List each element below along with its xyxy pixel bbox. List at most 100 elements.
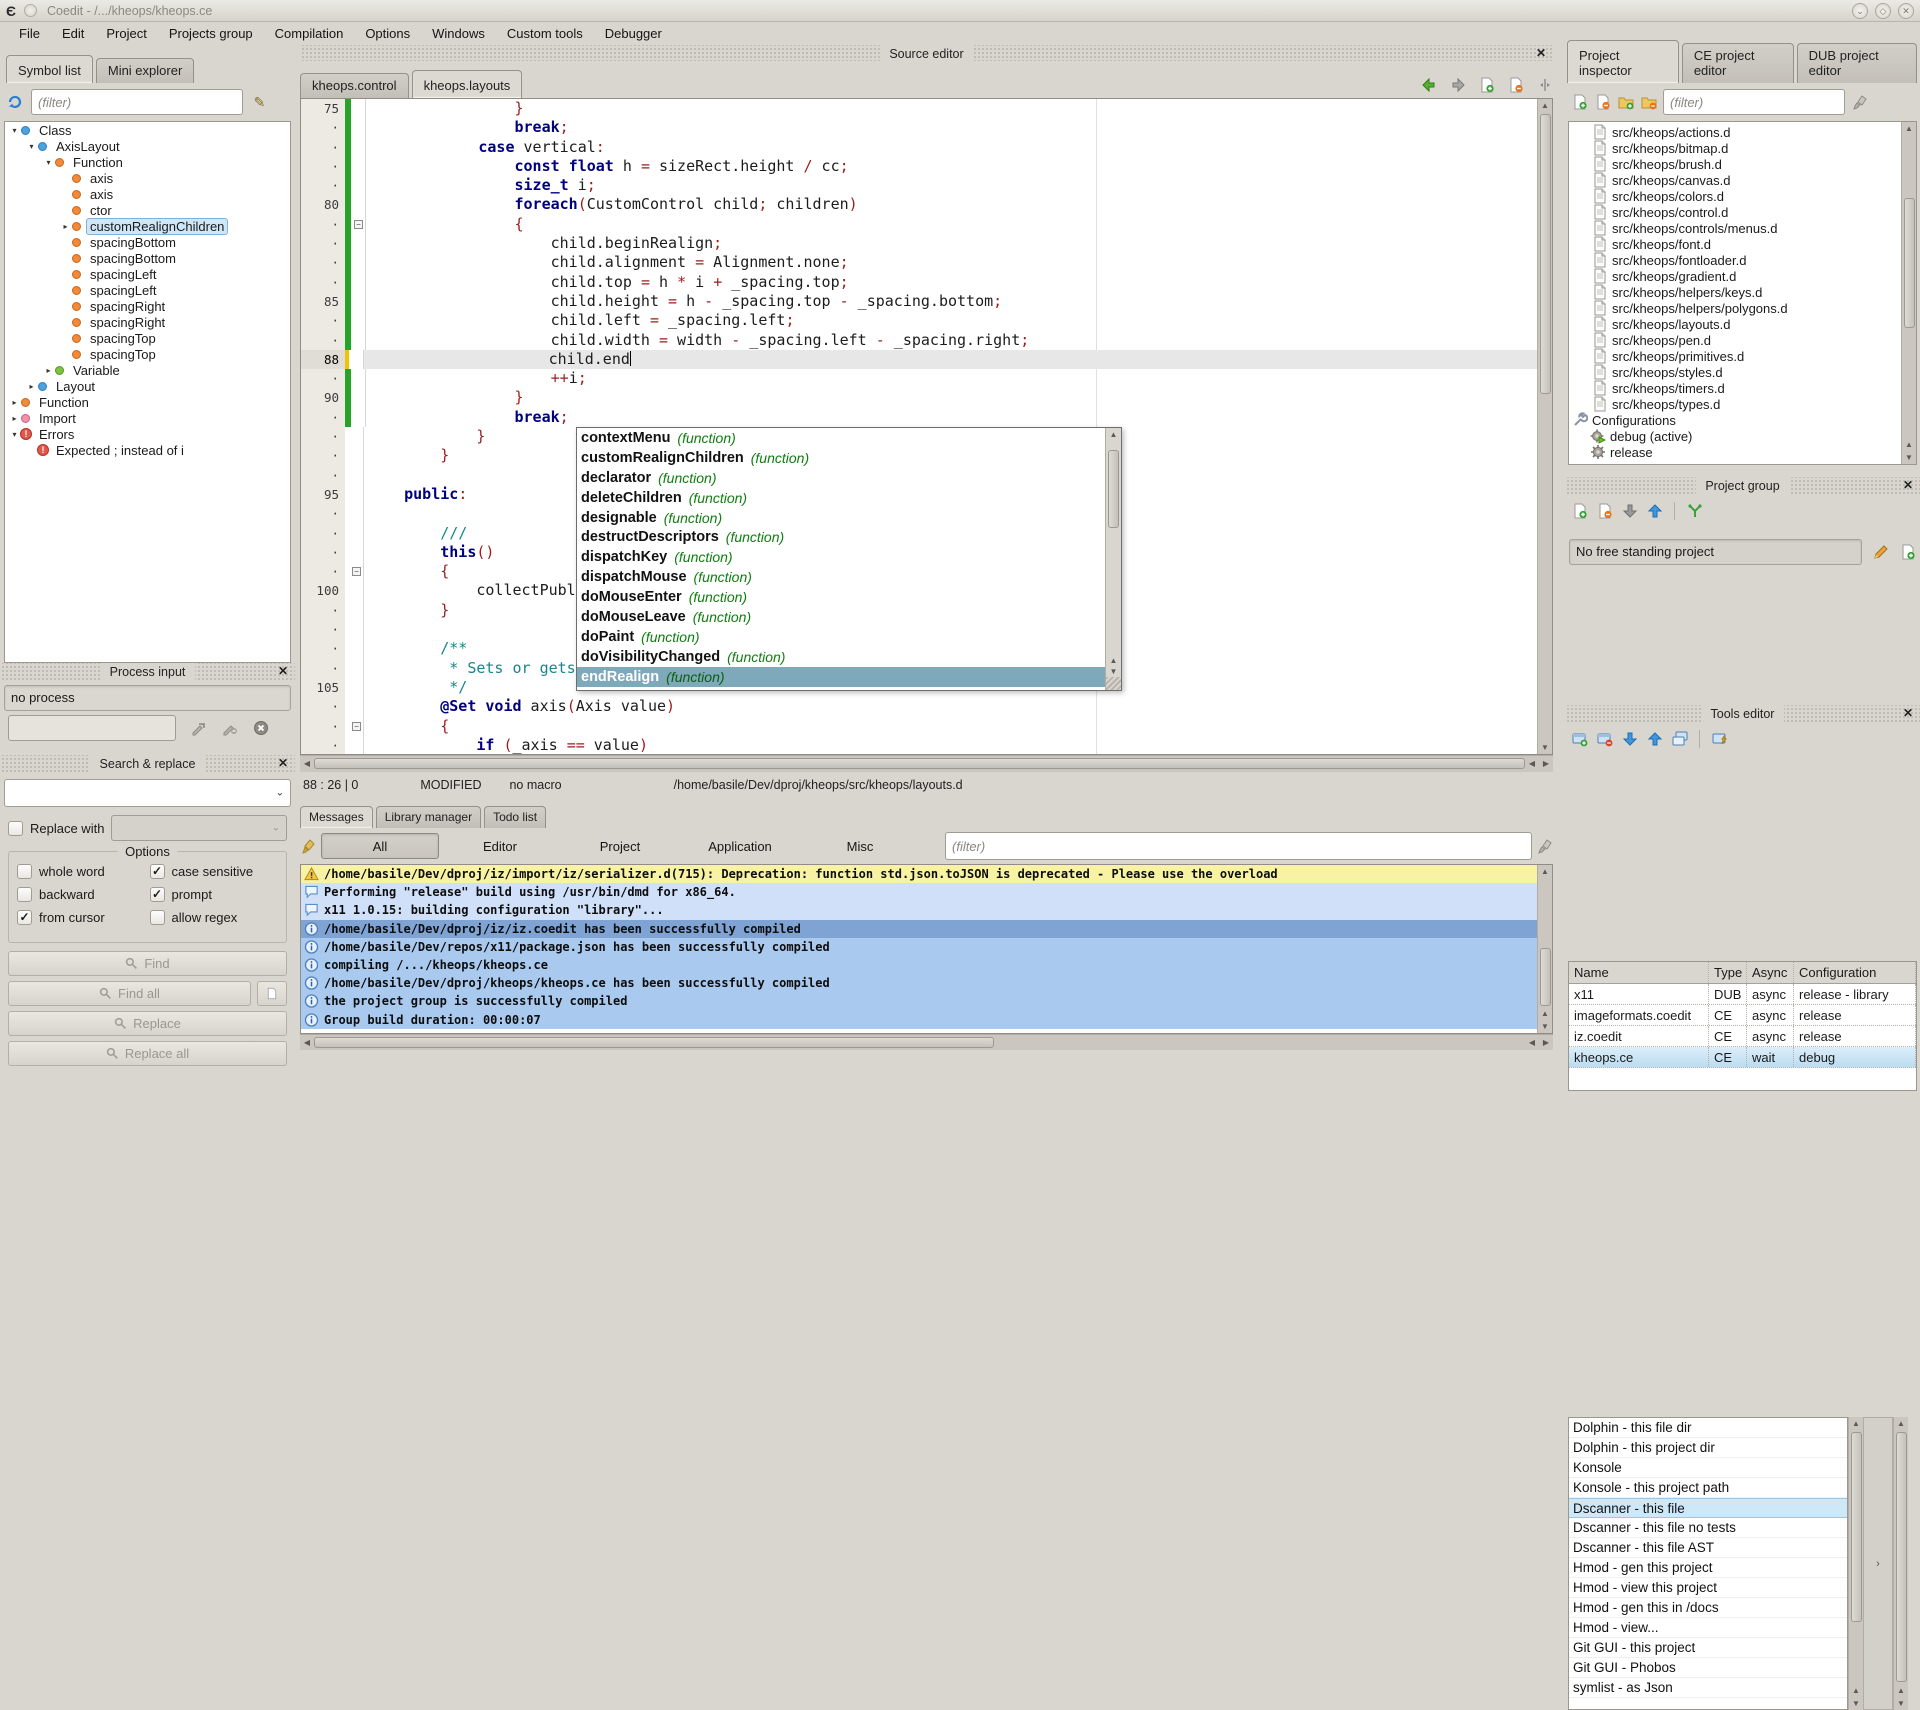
button-find-all[interactable]: Find all [8, 981, 251, 1006]
message-row[interactable]: /home/basile/Dev/repos/x11/package.json … [301, 938, 1537, 956]
symbol-tree-item[interactable]: spacingLeft [5, 282, 290, 298]
completion-item[interactable]: doVisibilityChanged(function) [577, 647, 1105, 667]
tool-item[interactable]: Hmod - gen this project [1569, 1558, 1847, 1578]
message-row[interactable]: /home/basile/Dev/dproj/iz/iz.coedit has … [301, 920, 1537, 938]
symbol-tree-item[interactable]: ▾AxisLayout [5, 138, 290, 154]
minimize-icon[interactable]: ⌄ [1852, 3, 1868, 19]
replace-with-checkbox[interactable] [8, 821, 23, 836]
code-line[interactable]: · ++i; [301, 369, 1537, 388]
messages-filter-all[interactable]: All [321, 833, 439, 859]
symbol-tree-item[interactable]: spacingBottom [5, 250, 290, 266]
code-editor[interactable]: 75 }· break;· case vertical:· const floa… [300, 98, 1553, 755]
completion-item[interactable]: doMouseEnter(function) [577, 587, 1105, 607]
project-file-item[interactable]: src/kheops/layouts.d [1569, 316, 1901, 332]
symbol-tree-item[interactable]: ▸Function [5, 394, 290, 410]
message-row[interactable]: /home/basile/Dev/dproj/kheops/kheops.ce … [301, 974, 1537, 992]
remove-folder-icon[interactable] [1640, 94, 1657, 111]
message-row[interactable]: Group build duration: 00:00:07 [301, 1011, 1537, 1029]
menu-item-custom-tools[interactable]: Custom tools [496, 23, 594, 44]
code-line[interactable]: 85 child.height = h - _spacing.top - _sp… [301, 292, 1537, 311]
editor-hscrollbar[interactable]: ◀ ◀▶ [300, 755, 1553, 772]
tab-todo-list[interactable]: Todo list [484, 806, 546, 828]
checkbox[interactable] [17, 864, 32, 879]
close-icon[interactable]: ✕ [276, 664, 290, 678]
messages-hscrollbar[interactable]: ◀ ◀▶ [300, 1034, 1553, 1050]
move-down-icon[interactable] [1621, 503, 1638, 520]
move-up-icon[interactable] [1646, 503, 1663, 520]
project-file-item[interactable]: src/kheops/font.d [1569, 236, 1901, 252]
fold-marker-icon[interactable]: − [352, 567, 361, 576]
code-line[interactable]: · size_t i; [301, 176, 1537, 195]
tree-expander-icon[interactable]: ▾ [43, 158, 54, 167]
menu-item-compilation[interactable]: Compilation [264, 23, 355, 44]
messages-vscrollbar[interactable]: ▲ ▲▼ [1537, 865, 1552, 1033]
run-tool-icon[interactable] [1711, 731, 1728, 748]
refresh-icon[interactable] [6, 94, 23, 111]
symbol-tree-item[interactable]: axis [5, 170, 290, 186]
tab-ce-project-editor[interactable]: CE project editor [1682, 43, 1794, 83]
project-row[interactable]: x11DUBasyncrelease - library [1569, 984, 1916, 1005]
tree-expander-icon[interactable]: ▸ [26, 382, 37, 391]
tools-detail-vscrollbar[interactable]: ▲ ▲▼ [1893, 1417, 1908, 1710]
symbol-filter-input[interactable] [31, 89, 243, 115]
button-replace-all[interactable]: Replace all [8, 1041, 287, 1066]
tree-expander-icon[interactable]: ▾ [9, 430, 20, 439]
send-input-icon[interactable] [190, 720, 207, 737]
code-line[interactable]: 80 foreach(CustomControl child; children… [301, 195, 1537, 214]
fold-marker-icon[interactable]: − [354, 220, 363, 229]
project-row[interactable]: imageformats.coeditCEasyncrelease [1569, 1005, 1916, 1026]
replace-with-combo[interactable]: ⌄ [111, 815, 287, 841]
close-icon[interactable]: ✕ [1901, 706, 1915, 720]
symbol-tree-item[interactable]: ▸Import [5, 410, 290, 426]
symbol-tree-item[interactable]: ▾Function [5, 154, 290, 170]
tree-expander-icon[interactable]: ▸ [9, 398, 20, 407]
symbol-tree-item[interactable]: ▾!Errors [5, 426, 290, 442]
find-all-in-file-button[interactable] [257, 981, 287, 1006]
symbol-tree-item[interactable]: ▸customRealignChildren [5, 218, 290, 234]
project-file-item[interactable]: src/kheops/helpers/polygons.d [1569, 300, 1901, 316]
column-header-async[interactable]: Async [1747, 962, 1794, 983]
completion-item[interactable]: destructDescriptors(function) [577, 527, 1105, 547]
code-line[interactable]: 75 } [301, 99, 1537, 118]
completion-item[interactable]: doPaint(function) [577, 627, 1105, 647]
symbol-tree-item[interactable]: ▸Layout [5, 378, 290, 394]
symbol-tree-item[interactable]: !Expected ; instead of i [5, 442, 290, 458]
menu-item-options[interactable]: Options [354, 23, 421, 44]
project-file-item[interactable]: src/kheops/styles.d [1569, 364, 1901, 380]
clone-tool-icon[interactable] [1671, 731, 1688, 748]
tool-item[interactable]: Git GUI - Phobos [1569, 1658, 1847, 1678]
tool-item[interactable]: Dolphin - this file dir [1569, 1418, 1847, 1438]
tool-item[interactable]: Konsole - this project path [1569, 1478, 1847, 1498]
add-folder-icon[interactable] [1617, 94, 1634, 111]
close-document-icon[interactable] [1507, 76, 1524, 93]
project-row[interactable]: iz.coeditCEasyncrelease [1569, 1026, 1916, 1047]
menu-item-project[interactable]: Project [95, 23, 157, 44]
code-line[interactable]: · @Set void axis(Axis value) [301, 697, 1537, 716]
code-line[interactable]: · break; [301, 118, 1537, 137]
completion-item[interactable]: declarator(function) [577, 468, 1105, 488]
project-file-item[interactable]: src/kheops/fontloader.d [1569, 252, 1901, 268]
close-icon[interactable]: ✕ [1534, 46, 1548, 60]
split-view-icon[interactable] [1536, 76, 1553, 93]
checkbox[interactable]: ✓ [150, 864, 165, 879]
column-header-name[interactable]: Name [1569, 962, 1709, 983]
compile-group-icon[interactable] [1686, 503, 1703, 520]
tree-expander-icon[interactable]: ▾ [26, 142, 37, 151]
project-file-item[interactable]: src/kheops/types.d [1569, 396, 1901, 412]
tool-move-down-icon[interactable] [1621, 731, 1638, 748]
code-line[interactable]: · child.left = _spacing.left; [301, 311, 1537, 330]
symbol-tree-item[interactable]: axis [5, 186, 290, 202]
code-line[interactable]: · child.top = h * i + _spacing.top; [301, 273, 1537, 292]
edit-pencil-icon[interactable] [1872, 544, 1889, 561]
symbol-tree-item[interactable]: ▸Variable [5, 362, 290, 378]
messages-filter-application[interactable]: Application [681, 833, 799, 859]
completion-item[interactable]: designable(function) [577, 508, 1105, 528]
tool-item[interactable]: Hmod - view... [1569, 1618, 1847, 1638]
tools-vscrollbar[interactable]: ▲ ▲▼ [1848, 1417, 1863, 1710]
menu-item-file[interactable]: File [8, 23, 51, 44]
tab-dub-project-editor[interactable]: DUB project editor [1797, 43, 1917, 83]
tree-expander-icon[interactable]: ▸ [60, 222, 71, 231]
completion-item[interactable]: doMouseLeave(function) [577, 607, 1105, 627]
tool-item[interactable]: Dscanner - this file [1569, 1498, 1847, 1518]
inspector-filter-input[interactable] [1663, 89, 1845, 115]
